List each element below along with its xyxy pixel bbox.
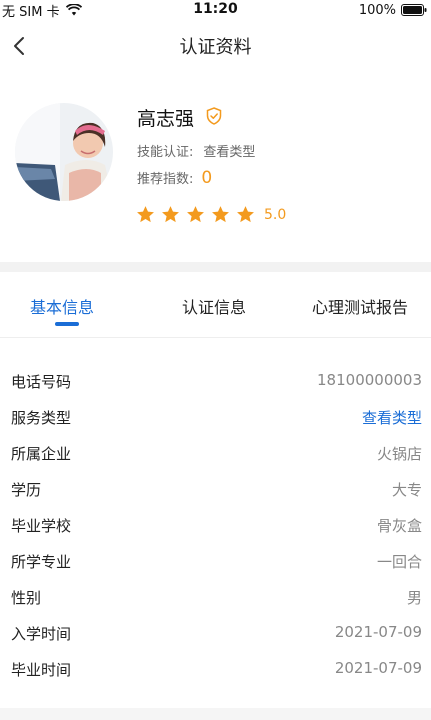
- star-icon: [212, 206, 229, 223]
- tab-basic-info[interactable]: 基本信息: [30, 294, 94, 318]
- info-row-company: 所属企业 火锅店: [0, 435, 431, 471]
- info-value: 火锅店: [376, 445, 422, 463]
- avatar: [15, 103, 113, 201]
- info-value: 男: [406, 589, 422, 607]
- battery-percent: 100%: [358, 2, 396, 18]
- info-value: 2021-07-09: [334, 659, 422, 677]
- recommend-row: 推荐指数: 0: [137, 168, 212, 188]
- profile-header: 高志强 技能认证: 查看类型 推荐指数: 0 5.0: [0, 72, 431, 262]
- info-label: 性别: [11, 589, 42, 607]
- section-divider: [0, 262, 431, 272]
- battery-icon: [401, 4, 427, 16]
- info-label: 毕业学校: [11, 517, 72, 535]
- info-row-phone: 电话号码 18100000003: [0, 363, 431, 399]
- navigation-bar: 认证资料: [0, 20, 431, 72]
- info-value: 2021-07-09: [334, 623, 422, 641]
- star-icon: [137, 206, 154, 223]
- recommend-label: 推荐指数:: [137, 172, 194, 187]
- info-label: 所学专业: [11, 553, 72, 571]
- info-row-service-type: 服务类型 查看类型: [0, 399, 431, 435]
- status-bar: 无 SIM 卡 11:20 100%: [0, 0, 431, 20]
- star-icon: [237, 206, 254, 223]
- rating-value: 5.0: [264, 206, 287, 223]
- tab-indicator: [55, 322, 79, 326]
- avatar-image: [15, 103, 113, 201]
- skill-label: 技能认证:: [137, 145, 194, 160]
- bottom-divider: [0, 708, 431, 720]
- shield-check-icon: [206, 107, 222, 125]
- recommend-value: 0: [201, 168, 213, 188]
- user-name: 高志强: [137, 108, 195, 130]
- info-row-education: 学历 大专: [0, 471, 431, 507]
- info-label: 所属企业: [11, 445, 72, 463]
- info-row-school: 毕业学校 骨灰盒: [0, 507, 431, 543]
- info-label: 入学时间: [11, 625, 72, 643]
- star-rating: 5.0: [136, 205, 286, 224]
- tab-bar: 基本信息 认证信息 心理测试报告: [0, 272, 431, 338]
- info-value: 18100000003: [317, 371, 422, 389]
- info-row-graduation-date: 毕业时间 2021-07-09: [0, 651, 431, 687]
- page-title: 认证资料: [179, 37, 252, 58]
- info-row-gender: 性别 男: [0, 579, 431, 615]
- star-icon: [162, 206, 179, 223]
- info-label: 学历: [11, 481, 42, 499]
- skill-link[interactable]: 查看类型: [203, 141, 255, 160]
- info-label: 毕业时间: [11, 661, 72, 679]
- skill-row: 技能认证: 查看类型: [137, 141, 255, 160]
- service-type-link[interactable]: 查看类型: [362, 407, 422, 428]
- info-value: 大专: [391, 481, 422, 499]
- tab-certification-info[interactable]: 认证信息: [182, 294, 246, 318]
- status-right: 100%: [359, 0, 427, 20]
- info-row-major: 所学专业 一回合: [0, 543, 431, 579]
- star-icon: [187, 206, 204, 223]
- info-value: 一回合: [376, 553, 422, 571]
- tab-psych-report[interactable]: 心理测试报告: [312, 294, 408, 318]
- info-label: 电话号码: [11, 373, 72, 391]
- info-row-enrollment-date: 入学时间 2021-07-09: [0, 615, 431, 651]
- info-value: 骨灰盒: [376, 517, 422, 535]
- info-label: 服务类型: [11, 409, 72, 427]
